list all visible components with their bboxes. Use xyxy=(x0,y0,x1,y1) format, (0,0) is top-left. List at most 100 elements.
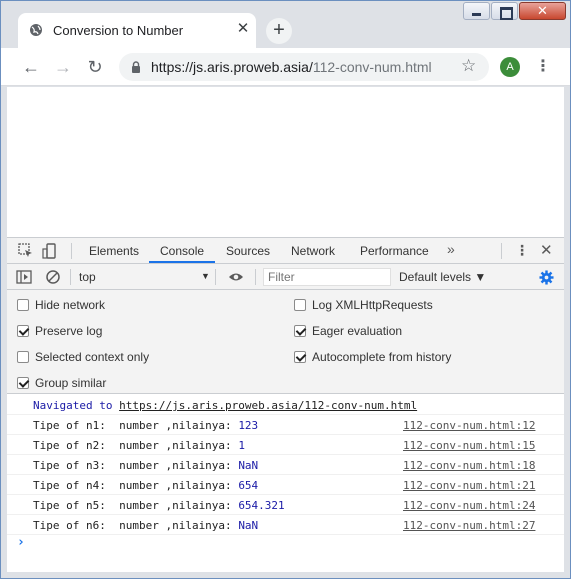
option-label: Selected context only xyxy=(35,350,150,364)
option-label: Hide network xyxy=(35,298,106,312)
message-prefix: Tipe of n2: number ,nilainya: xyxy=(33,439,239,452)
tab-sources[interactable]: Sources xyxy=(226,244,270,258)
devtools-panel: Elements Console Sources Network Perform… xyxy=(7,237,564,573)
sidebar-toggle-icon[interactable] xyxy=(16,269,32,285)
new-tab-button[interactable]: + xyxy=(266,18,292,44)
message-text: Tipe of n4: number ,nilainya: 654 xyxy=(33,479,258,492)
page-viewport xyxy=(7,87,564,237)
separator xyxy=(255,269,256,285)
devtools-menu-icon[interactable]: ⋮ xyxy=(515,242,529,259)
console-navigation-message: Navigated to https://js.aris.proweb.asia… xyxy=(7,395,564,415)
message-prefix: Tipe of n1: number ,nilainya: xyxy=(33,419,239,432)
message-prefix: Tipe of n6: number ,nilainya: xyxy=(33,519,239,532)
checkbox[interactable] xyxy=(294,325,306,337)
active-tab-indicator xyxy=(149,261,215,263)
message-source-link[interactable]: 112-conv-num.html:18 xyxy=(403,459,535,472)
browser-window: Conversion to Number ✕ + ✕ ← → ↻ https:/… xyxy=(0,0,571,579)
message-text: Tipe of n5: number ,nilainya: 654.321 xyxy=(33,499,285,512)
message-value: NaN xyxy=(238,459,259,472)
message-text: Tipe of n3: number ,nilainya: NaN xyxy=(33,459,258,472)
tab-network[interactable]: Network xyxy=(291,244,335,258)
log-levels-dropdown[interactable]: Default levels ▼ xyxy=(399,270,486,284)
maximize-button[interactable] xyxy=(491,2,518,20)
address-bar[interactable]: https://js.aris.proweb.asia/112-conv-num… xyxy=(119,53,489,81)
browser-toolbar: ← → ↻ https://js.aris.proweb.asia/112-co… xyxy=(1,48,570,86)
context-selector[interactable]: top xyxy=(79,270,96,284)
url-host: https://js.aris.proweb.asia/ xyxy=(151,59,313,75)
message-prefix: Tipe of n3: number ,nilainya: xyxy=(33,459,239,472)
checkbox[interactable] xyxy=(294,299,306,311)
message-value: NaN xyxy=(238,519,259,532)
checkbox[interactable] xyxy=(17,299,29,311)
message-source-link[interactable]: 112-conv-num.html:12 xyxy=(403,419,535,432)
devtools-tabbar: Elements Console Sources Network Perform… xyxy=(7,238,564,264)
tab-title: Conversion to Number xyxy=(53,23,184,38)
tab-close-icon[interactable]: ✕ xyxy=(234,20,252,38)
console-message: Tipe of n6: number ,nilainya: NaN 112-co… xyxy=(7,515,564,535)
window-bottom-edge xyxy=(1,572,570,578)
message-text: Tipe of n2: number ,nilainya: 1 xyxy=(33,439,245,452)
reload-button[interactable]: ↻ xyxy=(85,57,105,77)
message-source-link[interactable]: 112-conv-num.html:27 xyxy=(403,519,535,532)
message-value: 654 xyxy=(238,479,259,492)
clear-console-icon[interactable] xyxy=(45,269,61,285)
checkbox[interactable] xyxy=(17,351,29,363)
browser-menu-icon[interactable]: ⋮ xyxy=(535,57,551,77)
navigated-prefix: Navigated to xyxy=(33,399,120,412)
separator xyxy=(70,269,71,285)
close-window-button[interactable]: ✕ xyxy=(519,2,566,20)
console-output: Navigated to https://js.aris.proweb.asia… xyxy=(7,395,564,573)
console-message: Tipe of n5: number ,nilainya: 654.321 11… xyxy=(7,495,564,515)
close-icon: ✕ xyxy=(537,3,548,18)
tab-elements[interactable]: Elements xyxy=(89,244,139,258)
bookmark-star-icon[interactable]: ☆ xyxy=(461,56,476,76)
console-prompt[interactable]: › xyxy=(17,535,25,550)
tab-console[interactable]: Console xyxy=(160,244,204,258)
console-settings: Hide network Log XMLHttpRequests Preserv… xyxy=(7,290,564,394)
separator xyxy=(501,243,502,259)
message-source-link[interactable]: 112-conv-num.html:21 xyxy=(403,479,535,492)
eye-icon[interactable] xyxy=(228,272,244,282)
console-message: Tipe of n2: number ,nilainya: 1 112-conv… xyxy=(7,435,564,455)
separator xyxy=(215,269,216,285)
console-message: Tipe of n1: number ,nilainya: 123 112-co… xyxy=(7,415,564,435)
message-value: 654.321 xyxy=(238,499,285,512)
console-message: Tipe of n3: number ,nilainya: NaN 112-co… xyxy=(7,455,564,475)
minimize-button[interactable] xyxy=(463,2,490,20)
globe-icon xyxy=(30,24,42,36)
filter-input[interactable] xyxy=(263,268,391,286)
inspect-element-icon[interactable] xyxy=(17,242,35,260)
message-source-link[interactable]: 112-conv-num.html:24 xyxy=(403,499,535,512)
console-toolbar: top ▼ Default levels ▼ xyxy=(7,264,564,290)
tab-active[interactable]: Conversion to Number ✕ xyxy=(18,13,256,48)
checkbox[interactable] xyxy=(294,351,306,363)
url-text: https://js.aris.proweb.asia/112-conv-num… xyxy=(151,59,432,75)
option-label: Preserve log xyxy=(35,324,103,338)
message-value: 123 xyxy=(238,419,259,432)
back-button[interactable]: ← xyxy=(21,57,41,77)
more-tabs-icon[interactable]: » xyxy=(447,241,455,257)
device-toolbar-icon[interactable] xyxy=(42,242,60,260)
separator xyxy=(71,243,72,259)
option-label: Log XMLHttpRequests xyxy=(312,298,433,312)
console-message: Tipe of n4: number ,nilainya: 654 112-co… xyxy=(7,475,564,495)
message-source-link[interactable]: 112-conv-num.html:15 xyxy=(403,439,535,452)
checkbox[interactable] xyxy=(17,377,29,389)
url-path: 112-conv-num.html xyxy=(312,59,432,75)
checkbox[interactable] xyxy=(17,325,29,337)
message-value: 1 xyxy=(238,439,245,452)
devtools-close-icon[interactable]: ✕ xyxy=(540,241,553,259)
navigated-url-link[interactable]: https://js.aris.proweb.asia/112-conv-num… xyxy=(119,399,417,412)
message-text: Tipe of n6: number ,nilainya: NaN xyxy=(33,519,258,532)
gear-icon[interactable] xyxy=(539,270,554,285)
message-prefix: Tipe of n5: number ,nilainya: xyxy=(33,499,239,512)
message-text: Tipe of n1: number ,nilainya: 123 xyxy=(33,419,258,432)
message-prefix: Tipe of n4: number ,nilainya: xyxy=(33,479,239,492)
forward-button[interactable]: → xyxy=(53,57,73,77)
title-bar: Conversion to Number ✕ + ✕ xyxy=(1,1,570,48)
tab-performance[interactable]: Performance xyxy=(360,244,429,258)
lock-icon xyxy=(132,61,140,73)
profile-avatar[interactable]: A xyxy=(500,57,520,77)
chevron-down-icon[interactable]: ▼ xyxy=(201,271,210,281)
option-label: Group similar xyxy=(35,376,107,390)
